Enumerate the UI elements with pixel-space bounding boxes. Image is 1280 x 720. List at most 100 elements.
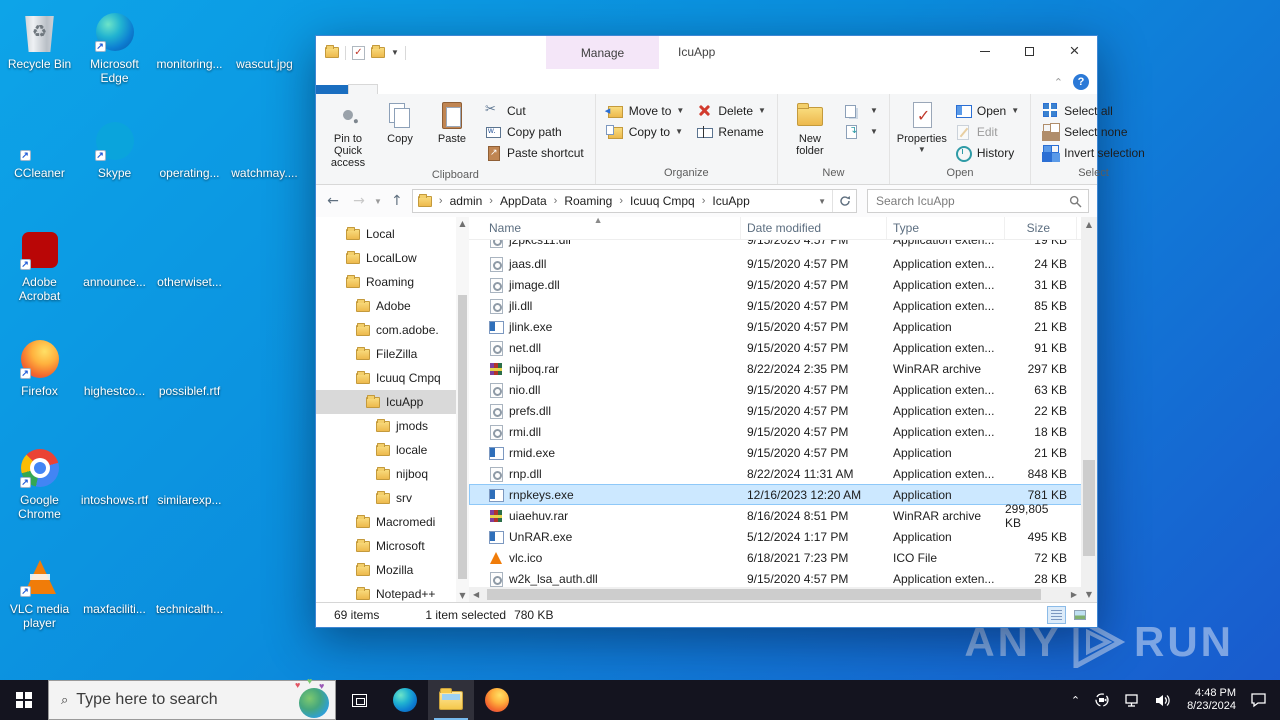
hidden-icons-chevron-icon[interactable]: ⌃: [1071, 694, 1080, 707]
ribbon-small-button[interactable]: History ▼: [950, 142, 1024, 163]
desktop-icon[interactable]: ↗ otherwiset...: [152, 222, 227, 331]
help-button[interactable]: ?: [1073, 74, 1089, 90]
desktop-icon[interactable]: ↗ Firefox: [2, 331, 77, 440]
address-bar[interactable]: › admin › AppData › Roaming › Icuuq Cmpq…: [412, 189, 857, 213]
ribbon-small-button[interactable]: Select none ▼: [1037, 121, 1150, 142]
tree-scrollbar[interactable]: ▲ ▼: [456, 217, 469, 602]
scroll-up-icon[interactable]: ▲: [1081, 220, 1097, 229]
desktop-icon[interactable]: ↗ possiblef.rtf: [152, 331, 227, 440]
file-row[interactable]: rmid.exe 9/15/2020 4:57 PM Application 2…: [469, 442, 1097, 463]
file-row[interactable]: vlc.ico 6/18/2021 7:23 PM ICO File 72 KB: [469, 547, 1097, 568]
desktop-icon[interactable]: ↗ monitoring...: [152, 4, 227, 113]
taskbar-edge-button[interactable]: [382, 680, 428, 720]
breadcrumb-item[interactable]: Icuuq Cmpq: [630, 194, 695, 208]
ribbon-small-button[interactable]: Edit ▼: [950, 121, 1024, 142]
ribbon-big-button[interactable]: Pin to Quick access: [322, 98, 374, 169]
file-row[interactable]: jimage.dll 9/15/2020 4:57 PM Application…: [469, 274, 1097, 295]
customize-qat-chevron-icon[interactable]: ▼: [391, 48, 399, 57]
ribbon-small-button[interactable]: Invert selection ▼: [1037, 142, 1150, 163]
horizontal-scrollbar-thumb[interactable]: [487, 589, 1041, 600]
tree-item[interactable]: Microsoft: [316, 534, 456, 558]
taskbar-firefox-button[interactable]: [474, 680, 520, 720]
large-icons-view-button[interactable]: [1070, 606, 1089, 624]
breadcrumb-item[interactable]: admin: [450, 194, 483, 208]
ribbon-small-button[interactable]: Open ▼: [950, 100, 1024, 121]
ribbon-small-button[interactable]: Paste shortcut ▼: [480, 142, 589, 163]
search-input[interactable]: Search IcuApp: [867, 189, 1089, 213]
tree-item[interactable]: Adobe: [316, 294, 456, 318]
file-row[interactable]: UnRAR.exe 5/12/2024 1:17 PM Application …: [469, 526, 1097, 547]
ribbon-tab[interactable]: [348, 84, 378, 94]
scroll-down-icon[interactable]: ▼: [459, 591, 465, 600]
ribbon-small-button[interactable]: Cut ▼: [480, 100, 589, 121]
ribbon-small-button[interactable]: Select all ▼: [1037, 100, 1150, 121]
action-center-icon[interactable]: [1250, 692, 1268, 708]
tree-item[interactable]: IcuApp: [316, 390, 456, 414]
desktop-icon[interactable]: ↗ CCleaner: [2, 113, 77, 222]
column-header-size[interactable]: Size: [1005, 217, 1077, 239]
tree-item[interactable]: Roaming: [316, 270, 456, 294]
scroll-up-icon[interactable]: ▲: [459, 219, 465, 228]
breadcrumb-item[interactable]: AppData: [500, 194, 547, 208]
ribbon-tab[interactable]: [434, 85, 462, 94]
task-view-button[interactable]: [336, 680, 382, 720]
desktop-icon[interactable]: ↗ Google Chrome: [2, 440, 77, 549]
ribbon-small-button[interactable]: Delete ▼: [691, 100, 771, 121]
file-row[interactable]: net.dll 9/15/2020 4:57 PM Application ex…: [469, 337, 1097, 358]
file-row[interactable]: jli.dll 9/15/2020 4:57 PM Application ex…: [469, 295, 1097, 316]
desktop-icon[interactable]: ↗ highestco...: [77, 331, 152, 440]
tree-scrollbar-thumb[interactable]: [458, 295, 467, 579]
file-row[interactable]: j2pkcs11.dll 9/15/2020 4:57 PM Applicati…: [469, 240, 1097, 253]
file-row[interactable]: w2k_lsa_auth.dll 9/15/2020 4:57 PM Appli…: [469, 568, 1097, 587]
ribbon-small-button[interactable]: Rename ▼: [691, 121, 771, 142]
ribbon-big-button[interactable]: New folder: [784, 98, 836, 157]
maximize-button[interactable]: [1007, 36, 1052, 66]
vertical-scrollbar[interactable]: ▲ ▼: [1081, 217, 1097, 602]
desktop-icon[interactable]: ↗ wascut.jpg: [227, 4, 302, 113]
ribbon-tab[interactable]: [316, 85, 348, 94]
tree-item[interactable]: Icuuq Cmpq: [316, 366, 456, 390]
desktop-icon[interactable]: ↗ maxfaciliti...: [77, 549, 152, 658]
scroll-right-icon[interactable]: ▶: [1071, 590, 1077, 599]
desktop-icon[interactable]: ↗ VLC media player: [2, 549, 77, 658]
column-header-type[interactable]: Type: [887, 217, 1005, 239]
meet-now-icon[interactable]: [1094, 692, 1110, 708]
taskbar-clock[interactable]: 4:48 PM 8/23/2024: [1187, 687, 1236, 713]
minimize-button[interactable]: [962, 36, 1007, 66]
collapse-ribbon-chevron-icon[interactable]: ⌃: [1054, 76, 1063, 89]
tree-item[interactable]: LocalLow: [316, 246, 456, 270]
ribbon-big-button[interactable]: Paste: [426, 98, 478, 169]
tree-item[interactable]: Macromedi: [316, 510, 456, 534]
tree-item[interactable]: Notepad++: [316, 582, 456, 602]
tree-item[interactable]: Mozilla: [316, 558, 456, 582]
tree-item[interactable]: jmods: [316, 414, 456, 438]
back-button[interactable]: ←: [322, 193, 344, 209]
tree-item[interactable]: Local: [316, 222, 456, 246]
file-row[interactable]: uiaehuv.rar 8/16/2024 8:51 PM WinRAR arc…: [469, 505, 1097, 526]
start-button[interactable]: [0, 680, 48, 720]
ribbon-small-button[interactable]: ▼: [838, 100, 883, 121]
taskbar-explorer-button[interactable]: [428, 680, 474, 720]
desktop-icon[interactable]: ↗ Microsoft Edge: [77, 4, 152, 113]
file-row[interactable]: rnp.dll 8/22/2024 11:31 AM Application e…: [469, 463, 1097, 484]
new-folder-qat-icon[interactable]: [371, 47, 385, 58]
breadcrumb-item[interactable]: Roaming: [564, 194, 612, 208]
tree-item[interactable]: locale: [316, 438, 456, 462]
desktop-icon[interactable]: ↗ Recycle Bin: [2, 4, 77, 113]
file-row[interactable]: nio.dll 9/15/2020 4:57 PM Application ex…: [469, 379, 1097, 400]
desktop-icon[interactable]: ↗ similarexp...: [152, 440, 227, 549]
breadcrumb-item[interactable]: IcuApp: [712, 194, 749, 208]
file-row[interactable]: jaas.dll 9/15/2020 4:57 PM Application e…: [469, 253, 1097, 274]
close-button[interactable]: ×: [1052, 36, 1097, 66]
desktop-icon[interactable]: ↗ watchmay....: [227, 113, 302, 222]
scroll-down-icon[interactable]: ▼: [1081, 590, 1097, 599]
horizontal-scrollbar[interactable]: ◀ ▶: [469, 587, 1081, 602]
file-row[interactable]: nijboq.rar 8/22/2024 2:35 PM WinRAR arch…: [469, 358, 1097, 379]
ribbon-small-button[interactable]: Move to ▼: [602, 100, 690, 121]
file-row[interactable]: prefs.dll 9/15/2020 4:57 PM Application …: [469, 400, 1097, 421]
forward-button[interactable]: →: [348, 193, 370, 209]
ribbon-small-button[interactable]: Copy to ▼: [602, 121, 690, 142]
volume-icon[interactable]: [1155, 693, 1173, 708]
ribbon-big-button[interactable]: Copy: [374, 98, 426, 169]
details-view-button[interactable]: [1047, 606, 1066, 624]
